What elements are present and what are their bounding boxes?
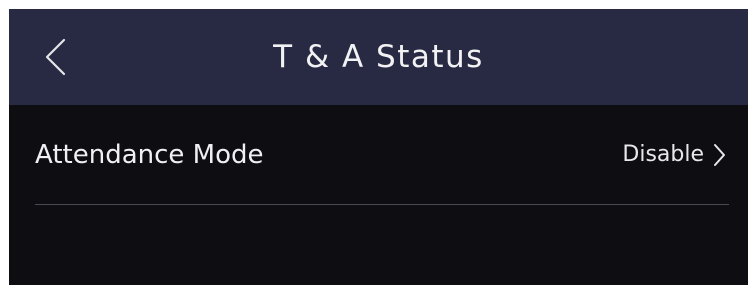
row-value: Disable [622, 142, 704, 167]
chevron-left-icon [45, 38, 66, 76]
back-button[interactable] [31, 33, 79, 81]
header-bar: T & A Status [9, 9, 748, 105]
row-label: Attendance Mode [35, 140, 264, 170]
app-screen: T & A Status Attendance Mode Disable [9, 9, 748, 285]
settings-row-attendance-mode[interactable]: Attendance Mode Disable [9, 105, 748, 205]
page-title: T & A Status [273, 39, 484, 75]
row-value-group: Disable [622, 135, 726, 175]
chevron-right-icon [714, 144, 725, 166]
row-divider [35, 204, 729, 205]
